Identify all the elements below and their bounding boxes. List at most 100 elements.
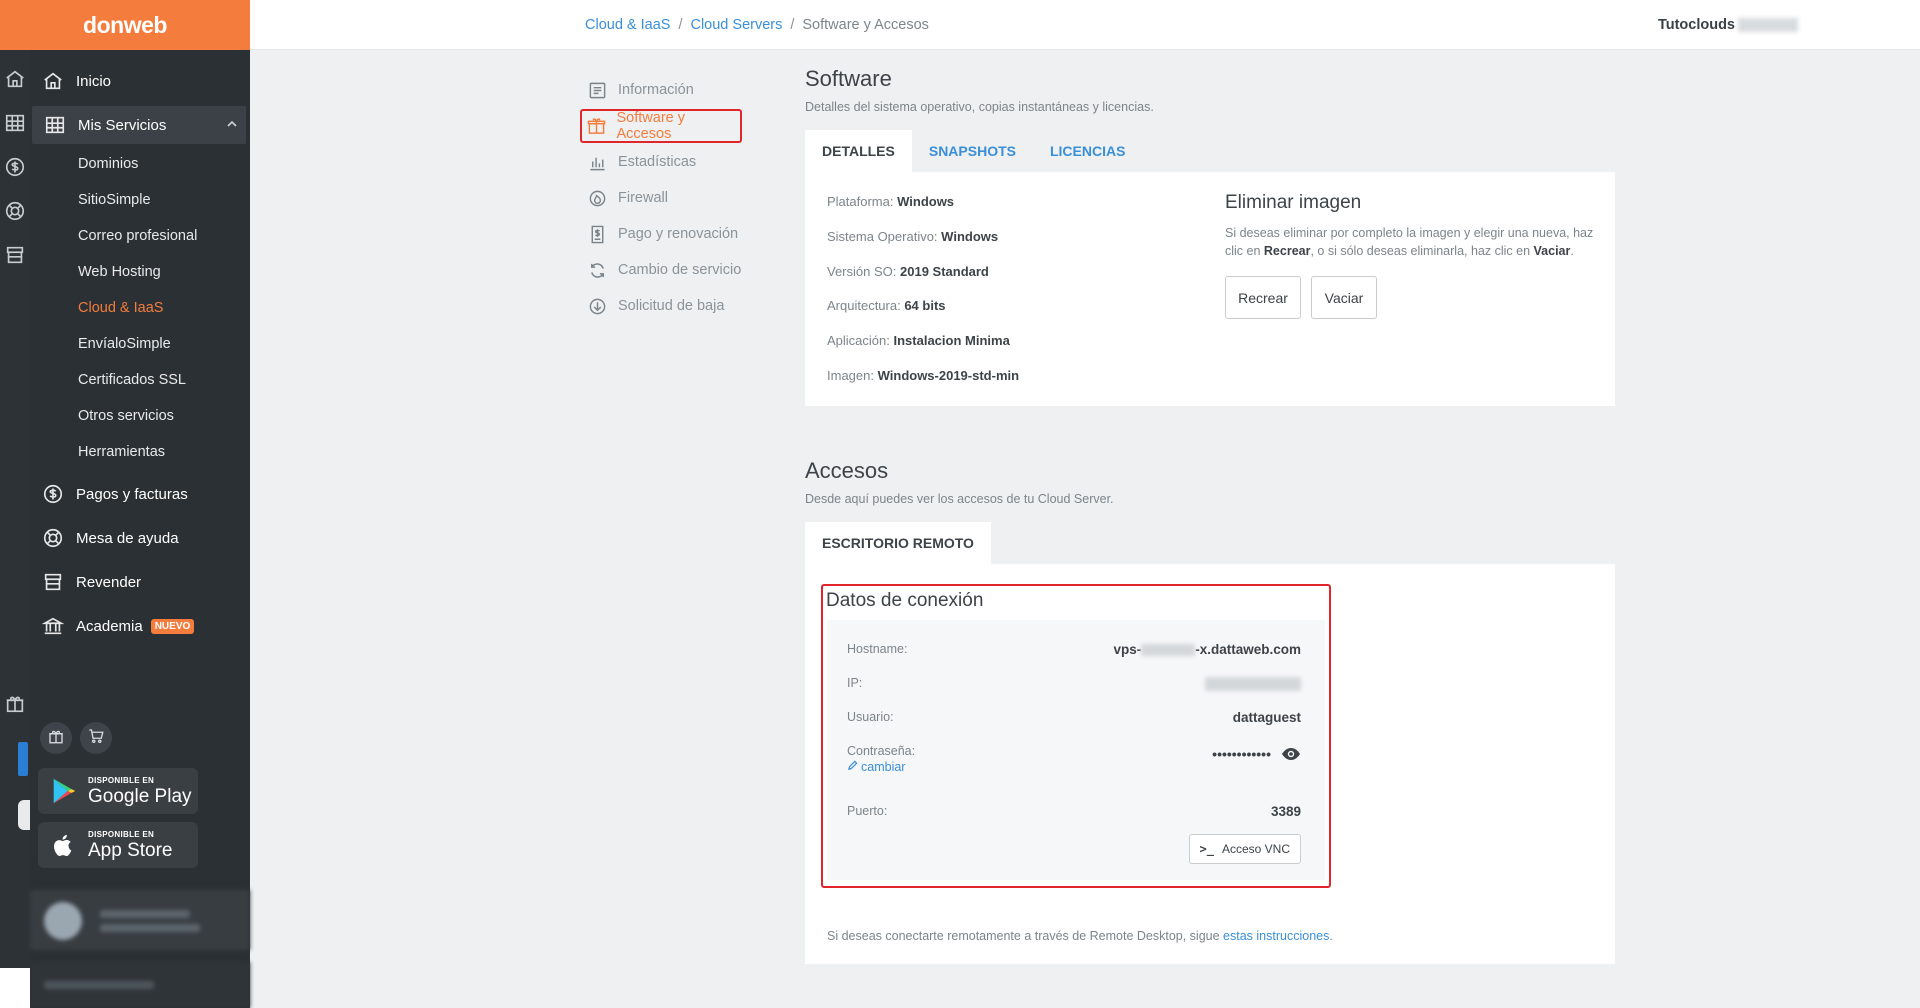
- detail-image: Imagen: Windows-2019-std-min: [827, 368, 1020, 383]
- sidebar-item-inicio[interactable]: Inicio: [30, 62, 250, 100]
- gift-button[interactable]: [40, 722, 72, 754]
- sidebar-service-envialosimple[interactable]: EnvíaloSimple: [30, 326, 250, 362]
- main-content: Software Detalles del sistema operativo,…: [805, 66, 1615, 964]
- breadcrumb-cloud-iaas[interactable]: Cloud & IaaS: [585, 17, 670, 33]
- top-bar: Cloud & IaaS / Cloud Servers / Software y Ac…: [250, 0, 1920, 50]
- google-play-icon: [46, 773, 82, 809]
- sidebar-service-correo[interactable]: Correo profesional: [30, 218, 250, 254]
- submenu-cambio-servicio[interactable]: Cambio de servicio: [580, 252, 780, 288]
- password-value: ••••••••••••: [1212, 746, 1271, 762]
- ip-value-redacted: [1205, 676, 1301, 692]
- lifebuoy-icon[interactable]: [4, 200, 28, 224]
- services-submenu: Dominios SitioSimple Correo profesional …: [30, 146, 250, 470]
- invoice-icon: [588, 224, 608, 244]
- sidebar-service-cloud-iaas[interactable]: Cloud & IaaS: [30, 290, 250, 326]
- sidebar-item-revender[interactable]: Revender: [30, 560, 250, 604]
- user-profile[interactable]: [30, 890, 250, 950]
- hostname-value: vps- -x.dattaweb.com: [1113, 642, 1301, 657]
- software-tabs: DETALLES SNAPSHOTS LICENCIAS: [805, 130, 1615, 172]
- access-description: Desde aquí puedes ver los accesos de tu …: [805, 492, 1114, 506]
- sidebar-footer: [30, 962, 250, 1008]
- port-row: Puerto: 3389: [847, 804, 1301, 819]
- sidebar-service-web-hosting[interactable]: Web Hosting: [30, 254, 250, 290]
- empty-button[interactable]: Vaciar: [1311, 276, 1377, 319]
- home-icon: [42, 69, 66, 93]
- grid-icon[interactable]: [4, 112, 28, 136]
- user-value: dattaguest: [1232, 710, 1301, 725]
- access-title: Accesos: [805, 458, 889, 483]
- brand-logo[interactable]: donweb: [0, 0, 250, 50]
- breadcrumb: Cloud & IaaS / Cloud Servers / Software y Ac…: [585, 17, 929, 33]
- sidebar-service-certificados-ssl[interactable]: Certificados SSL: [30, 362, 250, 398]
- submenu-solicitud-baja[interactable]: Solicitud de baja: [580, 288, 780, 324]
- chevron-up-icon: [226, 117, 238, 129]
- avatar: [44, 902, 82, 940]
- sidebar-item-mis-servicios[interactable]: Mis Servicios: [32, 106, 246, 144]
- vnc-access-button[interactable]: >_ Acceso VNC: [1188, 834, 1301, 864]
- tab-detalles[interactable]: DETALLES: [805, 130, 912, 172]
- sidebar-item-label: Inicio: [76, 72, 112, 90]
- sidebar-nav-secondary: Pagos y facturas Mesa de ayuda Revender …: [30, 472, 250, 648]
- remote-desktop-note: Si deseas conectarte remotamente a travé…: [827, 929, 1333, 943]
- refresh-icon: [588, 260, 608, 280]
- delete-image-title: Eliminar imagen: [1225, 192, 1362, 213]
- detail-os: Sistema Operativo: Windows: [827, 229, 999, 244]
- breadcrumb-current: Software y Accesos: [802, 17, 929, 33]
- hostname-redacted: [1141, 644, 1196, 657]
- submenu-firewall[interactable]: Firewall: [580, 180, 780, 216]
- dollar-circle-icon: [42, 482, 66, 506]
- detail-application: Aplicación: Instalacion Minima: [827, 333, 1010, 348]
- gift-icon[interactable]: [4, 692, 28, 716]
- sidebar-item-mesa-de-ayuda[interactable]: Mesa de ayuda: [30, 516, 250, 560]
- connection-details: Hostname: vps- -x.dattaweb.com IP: Usuari…: [827, 620, 1325, 880]
- connection-data-panel: Datos de conexión Hostname: vps- -x.datta…: [821, 584, 1331, 888]
- apple-icon: [46, 827, 82, 863]
- cart-button[interactable]: [80, 722, 112, 754]
- lifebuoy-icon: [42, 526, 66, 550]
- sidebar-item-pagos[interactable]: Pagos y facturas: [30, 472, 250, 516]
- account-name: Tutoclouds: [1657, 17, 1735, 33]
- service-submenu: Información Software y Accesos Estadísti…: [580, 72, 780, 324]
- home-icon[interactable]: [4, 68, 28, 92]
- dollar-circle-icon[interactable]: [4, 156, 28, 180]
- sidebar-nav: Inicio Mis Servicios Dominios SitioSimpl…: [30, 62, 250, 470]
- instructions-link[interactable]: estas instrucciones: [1223, 929, 1329, 943]
- icon-rail: [0, 0, 30, 1008]
- detail-os-version: Versión SO: 2019 Standard: [827, 264, 989, 279]
- submenu-software-accesos[interactable]: Software y Accesos: [580, 109, 742, 143]
- terminal-icon: >_: [1199, 842, 1214, 856]
- gift-icon: [47, 727, 65, 750]
- sidebar-item-label: Revender: [76, 573, 142, 591]
- tab-licencias[interactable]: LICENCIAS: [1033, 130, 1142, 172]
- tab-snapshots[interactable]: SNAPSHOTS: [912, 130, 1033, 172]
- submenu-pago-renovacion[interactable]: Pago y renovación: [580, 216, 780, 252]
- delete-image-text: Si deseas eliminar por completo la image…: [1225, 226, 1594, 258]
- app-store-badge[interactable]: DISPONIBLE EN App Store: [38, 822, 198, 868]
- sidebar-item-label: Mesa de ayuda: [76, 529, 179, 547]
- delete-image-panel: Eliminar imagen Si deseas eliminar por c…: [1225, 192, 1595, 319]
- change-password-link[interactable]: cambiar: [847, 760, 905, 774]
- ip-row: IP:: [847, 676, 1301, 692]
- detail-architecture: Arquitectura: 64 bits: [827, 298, 946, 313]
- recreate-button[interactable]: Recrear: [1225, 276, 1301, 319]
- sidebar-service-otros[interactable]: Otros servicios: [30, 398, 250, 434]
- tab-escritorio-remoto[interactable]: ESCRITORIO REMOTO: [805, 522, 991, 564]
- sidebar-item-label: Pagos y facturas: [76, 485, 188, 503]
- google-play-badge[interactable]: DISPONIBLE EN Google Play: [38, 768, 198, 814]
- eye-icon[interactable]: [1281, 747, 1301, 761]
- sidebar-service-herramientas[interactable]: Herramientas: [30, 434, 250, 470]
- store-icon[interactable]: [4, 244, 28, 268]
- sidebar-service-dominios[interactable]: Dominios: [30, 146, 250, 182]
- breadcrumb-cloud-servers[interactable]: Cloud Servers: [690, 17, 782, 33]
- hostname-row: Hostname: vps- -x.dattaweb.com: [847, 642, 1301, 657]
- submenu-informacion[interactable]: Información: [580, 72, 780, 108]
- account-menu[interactable]: Tutoclouds: [1658, 17, 1798, 33]
- software-title: Software: [805, 66, 892, 91]
- sidebar-item-academia[interactable]: Academia NUEVO: [30, 604, 250, 648]
- new-badge: NUEVO: [150, 618, 195, 634]
- software-details-card: Plataforma: Windows Sistema Operativo: W…: [805, 172, 1615, 406]
- box-icon: [587, 116, 607, 136]
- store-icon: [42, 570, 66, 594]
- submenu-estadisticas[interactable]: Estadísticas: [580, 144, 780, 180]
- sidebar-service-sitiosimple[interactable]: SitioSimple: [30, 182, 250, 218]
